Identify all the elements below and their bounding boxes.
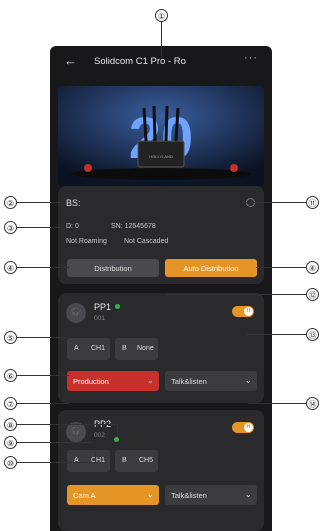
light-red	[84, 164, 92, 172]
callout-10: ⑩	[4, 456, 17, 469]
pp2-card: 🎧 PP2 002 H A CH1 B CH5 Cam A ⌄ Talk&lis…	[58, 410, 264, 531]
chevron-down-icon: ⌄	[245, 376, 252, 385]
bs-serial-number: SN: 12545678	[111, 223, 156, 230]
callout-2-leader	[17, 202, 62, 203]
pp1-channel-b[interactable]: B None	[115, 338, 158, 360]
base-station-card: BS: D: 0 SN: 12545678 Not Roaming Not Ca…	[58, 186, 264, 284]
pp2-toggle-label: H	[244, 423, 253, 432]
callout-8-leader	[17, 424, 117, 425]
pp1-mode-select[interactable]: Talk&listen ⌄	[165, 371, 257, 391]
callout-3: ③	[4, 221, 17, 234]
callout-4-left-leader	[17, 267, 69, 268]
pp2-group-select[interactable]: Cam A ⌄	[67, 485, 159, 505]
callout-1: ①	[155, 9, 168, 22]
app-screen: ← Solidcom C1 Pro - Ro ··· 20 HOLLYLAND	[50, 46, 272, 531]
chevron-down-icon: ⌄	[147, 376, 154, 385]
callout-4-right: ④	[306, 261, 319, 274]
hero-image: 20 HOLLYLAND	[58, 86, 264, 186]
light-red-2	[230, 164, 238, 172]
callout-12: ⑫	[306, 288, 319, 301]
antenna-4	[174, 107, 180, 142]
more-options-icon[interactable]: ···	[244, 52, 258, 64]
chevron-down-icon: ⌄	[147, 490, 154, 499]
pp1-group-select[interactable]: Production ⌄	[67, 371, 159, 391]
chevron-down-icon: ⌄	[245, 490, 252, 499]
pp2-mode-value: Talk&listen	[171, 490, 207, 500]
pp1-toggle[interactable]: H	[232, 306, 254, 317]
callout-11-leader	[242, 202, 306, 203]
pp1-channel-a-value: CH1	[91, 345, 106, 352]
callout-1-leader	[161, 22, 162, 58]
antenna-3	[164, 105, 169, 142]
pp1-toggle-label: H	[244, 307, 253, 316]
callout-10-leader	[17, 462, 95, 463]
callout-9: ⑨	[4, 436, 17, 449]
callout-11: ⑪	[306, 196, 319, 209]
pp2-mode-select[interactable]: Talk&listen ⌄	[165, 485, 257, 505]
callout-13: ⑬	[306, 328, 319, 341]
pp1-channel-a-label: A	[74, 345, 79, 352]
pp1-channel-b-label: B	[122, 345, 127, 352]
headset-icon: 🎧	[66, 303, 86, 323]
callout-14: ⑭	[306, 397, 319, 410]
hero-banner: 20 HOLLYLAND	[58, 86, 264, 186]
callout-2: ②	[4, 196, 17, 209]
pp1-channel-a[interactable]: A CH1	[67, 338, 110, 360]
pp2-channel-b-label: B	[122, 457, 127, 464]
pp2-toggle[interactable]: H	[232, 422, 254, 433]
floor-shadow	[71, 168, 251, 180]
roaming-status: Not Roaming	[66, 238, 107, 245]
pp1-card: 🎧 PP1 001 H A CH1 B None Production ⌄ Ta…	[58, 293, 264, 403]
page-title: Solidcom C1 Pro - Ro	[94, 56, 186, 67]
pp1-id: 001	[94, 315, 105, 322]
pp2-channel-b[interactable]: B CH5	[115, 450, 158, 472]
bs-id: D: 0	[66, 223, 79, 230]
pp2-group-value: Cam A	[73, 490, 96, 500]
antenna-1	[142, 107, 148, 142]
pp1-name: PP1	[94, 302, 112, 312]
headset-icon: 🎧	[66, 422, 86, 442]
pp2-id: 002	[94, 432, 105, 439]
pp2-online-dot	[114, 437, 119, 442]
antenna-2	[152, 105, 157, 142]
auto-distribution-button[interactable]: Auto Distribution	[165, 259, 257, 277]
pp2-channel-b-value: CH5	[139, 457, 154, 464]
cascade-status: Not Cascaded	[124, 238, 169, 245]
callout-6: ⑥	[4, 369, 17, 382]
callout-12-leader	[166, 294, 306, 295]
callout-7-leader	[17, 403, 69, 404]
callout-3-leader	[17, 227, 62, 228]
pp1-group-value: Production	[73, 376, 109, 386]
pp2-channel-a[interactable]: A CH1	[67, 450, 110, 472]
bs-label: BS:	[66, 198, 81, 208]
callout-14-leader	[248, 403, 306, 404]
callout-6-leader	[17, 375, 69, 376]
pp1-online-dot	[115, 304, 120, 309]
callout-13-leader	[246, 334, 306, 335]
callout-8: ⑧	[4, 418, 17, 431]
callout-8-leader-drop	[117, 424, 118, 438]
callout-4-left: ④	[4, 261, 17, 274]
callout-9-leader	[17, 442, 93, 443]
distribution-button[interactable]: Distribution	[67, 259, 159, 277]
callout-5: ⑤	[4, 331, 17, 344]
brand-caption: HOLLYLAND	[149, 154, 173, 159]
callout-5-leader	[17, 337, 67, 338]
pp1-channel-b-value: None	[137, 345, 154, 352]
callout-4-right-leader	[256, 267, 306, 268]
callout-10-leader-rise	[95, 453, 96, 463]
back-arrow-icon[interactable]: ←	[64, 54, 77, 68]
pp1-mode-value: Talk&listen	[171, 376, 207, 386]
callout-7: ⑦	[4, 397, 17, 410]
